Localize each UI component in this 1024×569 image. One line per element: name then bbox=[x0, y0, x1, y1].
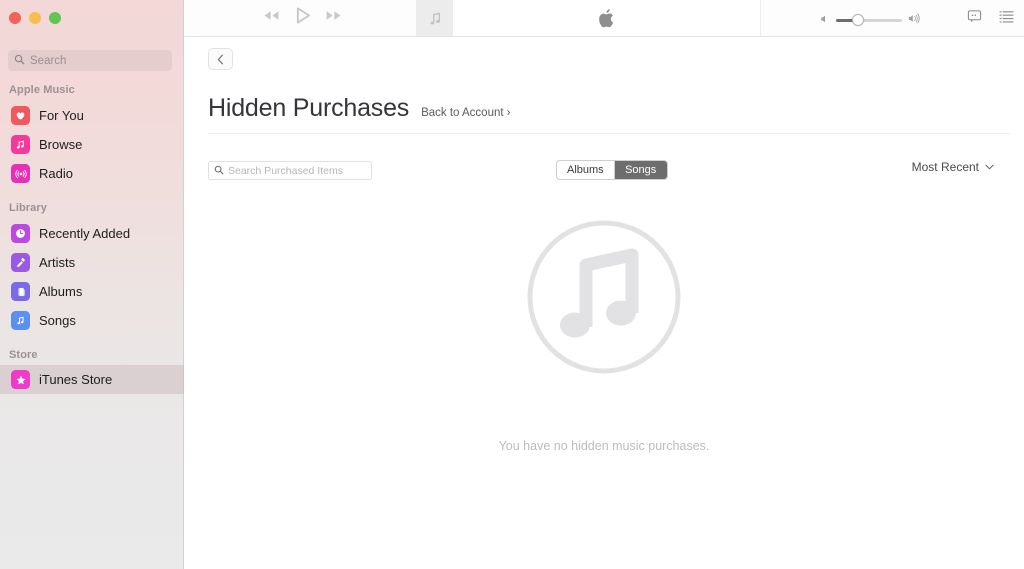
sidebar-heading-store: Store bbox=[9, 349, 38, 361]
sort-dropdown[interactable]: Most Recent bbox=[912, 160, 994, 174]
page-title: Hidden Purchases bbox=[208, 94, 410, 122]
sidebar-item-label: For You bbox=[39, 108, 84, 123]
sidebar: Search Apple Music For You Browse Radio … bbox=[0, 0, 184, 569]
empty-state-message: You have no hidden music purchases. bbox=[498, 439, 710, 453]
now-playing-display[interactable] bbox=[416, 0, 761, 36]
now-playing-center bbox=[453, 8, 760, 28]
zoom-button[interactable] bbox=[49, 12, 61, 24]
volume-slider-knob[interactable] bbox=[852, 14, 864, 26]
sidebar-item-label: iTunes Store bbox=[39, 372, 113, 387]
sidebar-item-label: Songs bbox=[39, 313, 76, 328]
music-note-icon bbox=[11, 135, 30, 154]
back-button[interactable] bbox=[208, 48, 233, 70]
content-area: Hidden Purchases Back to Account › Searc… bbox=[184, 37, 1024, 569]
sidebar-item-browse[interactable]: Browse bbox=[0, 130, 184, 159]
albums-songs-segmented-control: Albums Songs bbox=[556, 160, 668, 180]
music-note-icon bbox=[430, 12, 440, 24]
rewind-button[interactable] bbox=[262, 9, 281, 22]
speaker-low-icon bbox=[820, 11, 830, 29]
sidebar-item-label: Browse bbox=[39, 137, 83, 152]
search-icon bbox=[14, 52, 25, 70]
chevron-right-icon: › bbox=[506, 107, 511, 119]
segment-songs[interactable]: Songs bbox=[613, 161, 667, 179]
queue-button[interactable] bbox=[999, 10, 1014, 28]
itunes-window: Search Apple Music For You Browse Radio … bbox=[0, 0, 1024, 569]
back-to-account-label: Back to Account bbox=[421, 107, 504, 119]
albums-stack-icon bbox=[11, 282, 30, 301]
empty-state: You have no hidden music purchases. bbox=[184, 217, 1024, 453]
volume-control[interactable] bbox=[820, 11, 921, 29]
title-divider bbox=[208, 133, 1010, 134]
sidebar-item-radio[interactable]: Radio bbox=[0, 159, 184, 188]
transport-controls bbox=[262, 7, 343, 24]
sidebar-search-input[interactable]: Search bbox=[8, 50, 172, 71]
volume-slider[interactable] bbox=[836, 14, 902, 26]
speaker-high-icon bbox=[908, 11, 921, 29]
sidebar-item-artists[interactable]: Artists bbox=[0, 248, 184, 277]
minimize-button[interactable] bbox=[29, 12, 41, 24]
music-note-icon bbox=[11, 311, 30, 330]
apple-logo-icon bbox=[598, 8, 613, 27]
now-playing-artwork bbox=[417, 0, 453, 36]
sidebar-item-for-you[interactable]: For You bbox=[0, 101, 184, 130]
lyrics-button[interactable] bbox=[967, 9, 982, 29]
title-row: Hidden Purchases Back to Account › bbox=[208, 94, 510, 123]
window-controls bbox=[9, 12, 61, 24]
play-button[interactable] bbox=[295, 7, 310, 24]
chevron-down-icon bbox=[985, 164, 994, 170]
close-button[interactable] bbox=[9, 12, 21, 24]
sidebar-search-placeholder: Search bbox=[30, 54, 67, 67]
sidebar-heading-apple-music: Apple Music bbox=[9, 84, 75, 96]
fast-forward-button[interactable] bbox=[324, 9, 343, 22]
sidebar-heading-library: Library bbox=[9, 202, 47, 214]
toolbar bbox=[184, 0, 1024, 37]
sidebar-item-songs[interactable]: Songs bbox=[0, 306, 184, 335]
sidebar-item-itunes-store[interactable]: iTunes Store bbox=[0, 365, 184, 394]
sidebar-item-label: Recently Added bbox=[39, 226, 131, 241]
star-icon bbox=[11, 370, 30, 389]
search-purchased-placeholder: Search Purchased Items bbox=[228, 164, 343, 177]
sidebar-item-label: Albums bbox=[39, 284, 83, 299]
back-to-account-link[interactable]: Back to Account › bbox=[421, 107, 510, 119]
heart-icon bbox=[11, 106, 30, 125]
segment-albums[interactable]: Albums bbox=[557, 161, 614, 179]
sort-label: Most Recent bbox=[911, 160, 979, 174]
toolbar-right-actions bbox=[967, 9, 1014, 29]
sidebar-item-recently-added[interactable]: Recently Added bbox=[0, 219, 184, 248]
sidebar-item-label: Artists bbox=[39, 255, 76, 270]
sidebar-item-albums[interactable]: Albums bbox=[0, 277, 184, 306]
chevron-left-icon bbox=[217, 54, 223, 64]
music-note-circle-icon bbox=[527, 220, 681, 374]
microphone-icon bbox=[11, 253, 30, 272]
search-icon bbox=[214, 162, 224, 180]
sidebar-item-label: Radio bbox=[39, 166, 73, 181]
search-purchased-items-input[interactable]: Search Purchased Items bbox=[208, 161, 372, 180]
radio-waves-icon bbox=[11, 164, 30, 183]
clock-icon bbox=[11, 224, 30, 243]
